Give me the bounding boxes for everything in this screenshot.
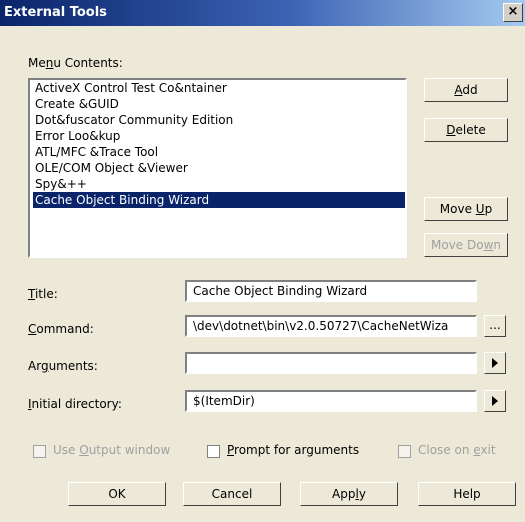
arguments-field[interactable] — [185, 352, 477, 374]
right-arrow-icon — [492, 358, 498, 368]
move-up-button[interactable]: Move Up — [424, 197, 508, 221]
list-item[interactable]: Spy&++ — [33, 176, 405, 192]
arguments-menu-button[interactable] — [484, 352, 506, 374]
initial-directory-menu-button[interactable] — [484, 390, 506, 412]
help-button[interactable]: Help — [418, 482, 516, 506]
close-button[interactable]: × — [503, 3, 523, 22]
prompt-for-arguments-checkbox[interactable] — [207, 445, 220, 458]
close-icon: × — [507, 4, 519, 19]
menu-contents-list[interactable]: ActiveX Control Test Co&ntainer Create &G… — [28, 78, 407, 258]
add-button[interactable]: Add — [424, 78, 508, 102]
list-item[interactable]: ActiveX Control Test Co&ntainer — [33, 80, 405, 96]
command-field[interactable]: \dev\dotnet\bin\v2.0.50727\CacheNetWiza — [185, 315, 477, 337]
list-item[interactable]: ATL/MFC &Trace Tool — [33, 144, 405, 160]
title-bar: External Tools × — [0, 0, 525, 26]
browse-button[interactable]: ... — [484, 315, 506, 337]
move-down-button[interactable]: Move Down — [424, 233, 508, 257]
close-on-exit-label: Close on exit — [418, 443, 496, 457]
right-arrow-icon — [492, 396, 498, 406]
apply-button[interactable]: Apply — [300, 482, 398, 506]
command-label: Command: — [28, 322, 94, 336]
cancel-button[interactable]: Cancel — [183, 482, 281, 506]
window-title: External Tools — [4, 5, 107, 20]
initial-directory-field[interactable]: $(ItemDir) — [185, 390, 477, 412]
delete-button[interactable]: Delete — [424, 118, 508, 142]
external-tools-dialog: External Tools × Menu Contents: ActiveX … — [0, 0, 525, 522]
list-item[interactable]: Cache Object Binding Wizard — [33, 192, 405, 208]
list-item[interactable]: Create &GUID — [33, 96, 405, 112]
initial-directory-label: Initial directory: — [28, 397, 122, 411]
title-field[interactable]: Cache Object Binding Wizard — [185, 280, 477, 302]
ok-button[interactable]: OK — [68, 482, 166, 506]
list-item[interactable]: OLE/COM Object &Viewer — [33, 160, 405, 176]
list-item[interactable]: Dot&fuscator Community Edition — [33, 112, 405, 128]
use-output-window-label: Use Output window — [53, 443, 171, 457]
use-output-window-checkbox[interactable] — [33, 445, 46, 458]
close-on-exit-checkbox[interactable] — [398, 445, 411, 458]
arguments-label: Arguments: — [28, 359, 98, 373]
title-label: Title: — [28, 287, 58, 301]
list-item[interactable]: Error Loo&kup — [33, 128, 405, 144]
prompt-for-arguments-label: Prompt for arguments — [227, 443, 360, 457]
menu-contents-label: Menu Contents: — [28, 56, 123, 70]
